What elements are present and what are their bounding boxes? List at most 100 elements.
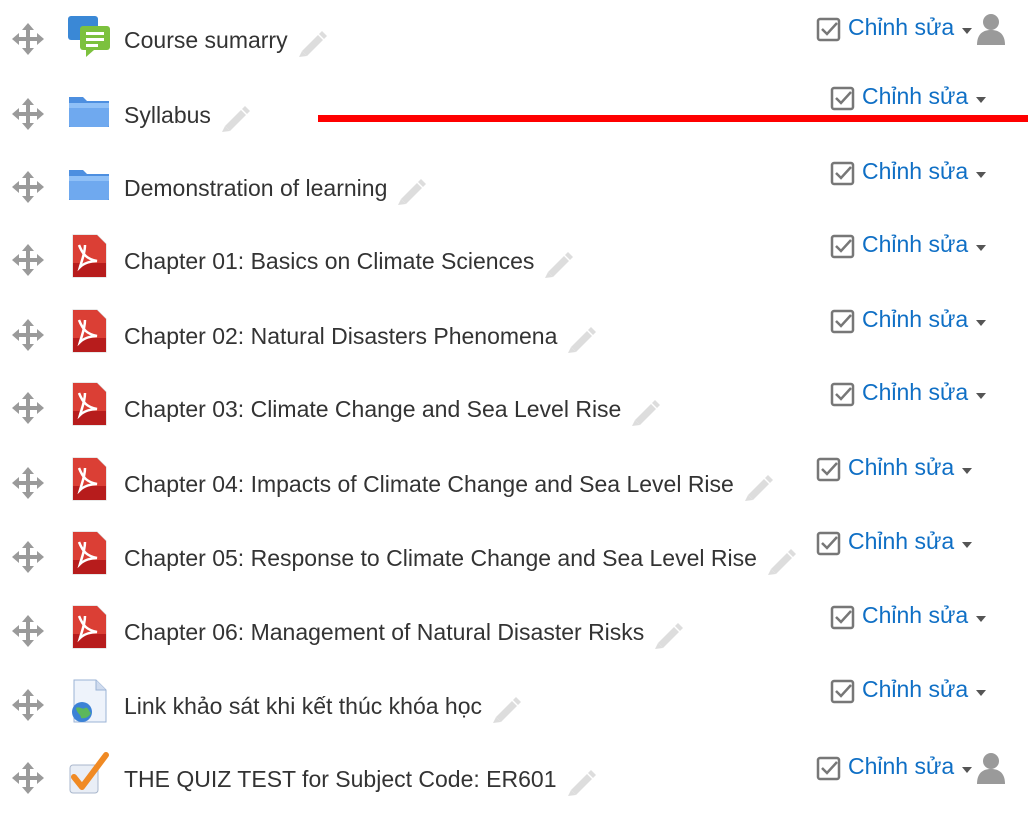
- red-annotation-line: [318, 115, 1028, 122]
- checkbox-icon: [830, 160, 856, 186]
- edit-label: Chỉnh sửa: [862, 230, 969, 257]
- user-icon[interactable]: [976, 12, 1006, 46]
- forum-icon: [66, 12, 112, 58]
- checkbox-icon: [830, 308, 856, 334]
- activity-title-link[interactable]: Chapter 04: Impacts of Climate Change an…: [124, 469, 774, 501]
- activity-title-link[interactable]: Chapter 02: Natural Disasters Phenomena: [124, 321, 597, 353]
- edit-title-pencil-icon[interactable]: [294, 27, 328, 57]
- edit-title-pencil-icon[interactable]: [488, 693, 522, 723]
- caret-down-icon: [962, 28, 973, 34]
- checkbox-icon: [830, 678, 856, 704]
- activity-title-link[interactable]: Chapter 06: Management of Natural Disast…: [124, 617, 684, 649]
- edit-label: Chỉnh sửa: [862, 378, 969, 405]
- move-icon[interactable]: [11, 170, 45, 204]
- edit-label: Chỉnh sửa: [862, 157, 969, 184]
- caret-down-icon: [976, 393, 987, 399]
- activity-title: Demonstration of learning: [124, 175, 388, 201]
- quiz-icon: [66, 751, 112, 797]
- activity-title: Syllabus: [124, 102, 211, 128]
- edit-title-pencil-icon[interactable]: [650, 619, 684, 649]
- url-icon: [66, 678, 112, 724]
- user-icon[interactable]: [976, 751, 1006, 785]
- caret-down-icon: [962, 468, 973, 474]
- edit-menu-button[interactable]: Chỉnh sửa: [830, 305, 987, 334]
- activity-row: Chapter 04: Impacts of Climate Change an…: [0, 448, 1028, 522]
- pdf-icon: [66, 530, 112, 576]
- folder-icon: [66, 160, 112, 206]
- caret-down-icon: [976, 616, 987, 622]
- edit-label: Chỉnh sửa: [862, 82, 969, 109]
- activity-title: Link khảo sát khi kết thúc khóa học: [124, 693, 482, 719]
- activity-row: Chapter 06: Management of Natural Disast…: [0, 596, 1028, 670]
- checkbox-icon: [830, 233, 856, 259]
- move-icon[interactable]: [11, 391, 45, 425]
- edit-menu-button[interactable]: Chỉnh sửa: [816, 751, 1006, 785]
- edit-menu-button[interactable]: Chỉnh sửa: [830, 230, 987, 259]
- activity-title-link[interactable]: Syllabus: [124, 100, 251, 132]
- activity-row: THE QUIZ TEST for Subject Code: ER601 Chỉ…: [0, 743, 1028, 817]
- activity-title-link[interactable]: Chapter 01: Basics on Climate Sciences: [124, 246, 574, 278]
- edit-title-pencil-icon[interactable]: [217, 102, 251, 132]
- caret-down-icon: [976, 172, 987, 178]
- edit-menu-button[interactable]: Chỉnh sửa: [816, 453, 973, 482]
- edit-menu-button[interactable]: Chỉnh sửa: [830, 82, 987, 111]
- edit-label: Chỉnh sửa: [848, 453, 955, 480]
- pdf-icon: [66, 604, 112, 650]
- edit-menu-button[interactable]: Chỉnh sửa: [816, 528, 973, 556]
- edit-title-pencil-icon[interactable]: [740, 471, 774, 501]
- activity-title: THE QUIZ TEST for Subject Code: ER601: [124, 766, 557, 792]
- checkbox-icon: [816, 456, 842, 482]
- activity-row: Chapter 01: Basics on Climate Sciences Ch…: [0, 225, 1028, 299]
- activity-row: Chapter 03: Climate Change and Sea Level…: [0, 373, 1028, 447]
- edit-title-pencil-icon[interactable]: [393, 175, 427, 205]
- checkbox-icon: [816, 755, 842, 781]
- edit-menu-button[interactable]: Chỉnh sửa: [830, 157, 987, 186]
- edit-label: Chỉnh sửa: [848, 752, 955, 779]
- edit-title-pencil-icon[interactable]: [540, 248, 574, 278]
- edit-label: Chỉnh sửa: [848, 13, 955, 40]
- activity-title: Chapter 05: Response to Climate Change a…: [124, 545, 757, 571]
- move-icon[interactable]: [11, 97, 45, 131]
- edit-label: Chỉnh sửa: [862, 675, 969, 702]
- activity-title-link[interactable]: THE QUIZ TEST for Subject Code: ER601: [124, 764, 597, 796]
- caret-down-icon: [976, 245, 987, 251]
- activity-title-link[interactable]: Demonstration of learning: [124, 173, 427, 205]
- move-icon[interactable]: [11, 466, 45, 500]
- activity-title-link[interactable]: Link khảo sát khi kết thúc khóa học: [124, 691, 522, 723]
- edit-menu-button[interactable]: Chỉnh sửa: [830, 601, 987, 630]
- edit-title-pencil-icon[interactable]: [763, 545, 797, 575]
- move-icon[interactable]: [11, 540, 45, 574]
- activity-title: Chapter 03: Climate Change and Sea Level…: [124, 396, 622, 422]
- activity-title-link[interactable]: Course sumarry: [124, 25, 328, 57]
- activity-title: Chapter 06: Management of Natural Disast…: [124, 619, 645, 645]
- move-icon[interactable]: [11, 318, 45, 352]
- activity-title-link[interactable]: Chapter 03: Climate Change and Sea Level…: [124, 394, 661, 426]
- caret-down-icon: [976, 97, 987, 103]
- edit-menu-button[interactable]: Chỉnh sửa: [830, 378, 987, 407]
- edit-menu-button[interactable]: Chỉnh sửa: [830, 675, 987, 704]
- activity-row: Course sumarry Chỉnh sửa: [0, 4, 1028, 78]
- activity-row: Chapter 05: Response to Climate Change a…: [0, 522, 1028, 596]
- edit-menu-button[interactable]: Chỉnh sửa: [816, 12, 1006, 46]
- edit-title-pencil-icon[interactable]: [563, 323, 597, 353]
- caret-down-icon: [976, 320, 987, 326]
- caret-down-icon: [962, 767, 973, 773]
- activity-title: Chapter 01: Basics on Climate Sciences: [124, 248, 535, 274]
- move-icon[interactable]: [11, 243, 45, 277]
- edit-label: Chỉnh sửa: [862, 305, 969, 332]
- activity-title-link[interactable]: Chapter 05: Response to Climate Change a…: [124, 543, 797, 575]
- checkbox-icon: [816, 530, 842, 556]
- move-icon[interactable]: [11, 761, 45, 795]
- pdf-icon: [66, 233, 112, 279]
- edit-title-pencil-icon[interactable]: [563, 766, 597, 796]
- pdf-icon: [66, 381, 112, 427]
- move-icon[interactable]: [11, 22, 45, 56]
- checkbox-icon: [830, 381, 856, 407]
- move-icon[interactable]: [11, 614, 45, 648]
- activity-row: Link khảo sát khi kết thúc khóa học Chỉnh…: [0, 670, 1028, 744]
- edit-label: Chỉnh sửa: [862, 601, 969, 628]
- edit-title-pencil-icon[interactable]: [627, 396, 661, 426]
- pdf-icon: [66, 456, 112, 502]
- move-icon[interactable]: [11, 688, 45, 722]
- pdf-icon: [66, 308, 112, 354]
